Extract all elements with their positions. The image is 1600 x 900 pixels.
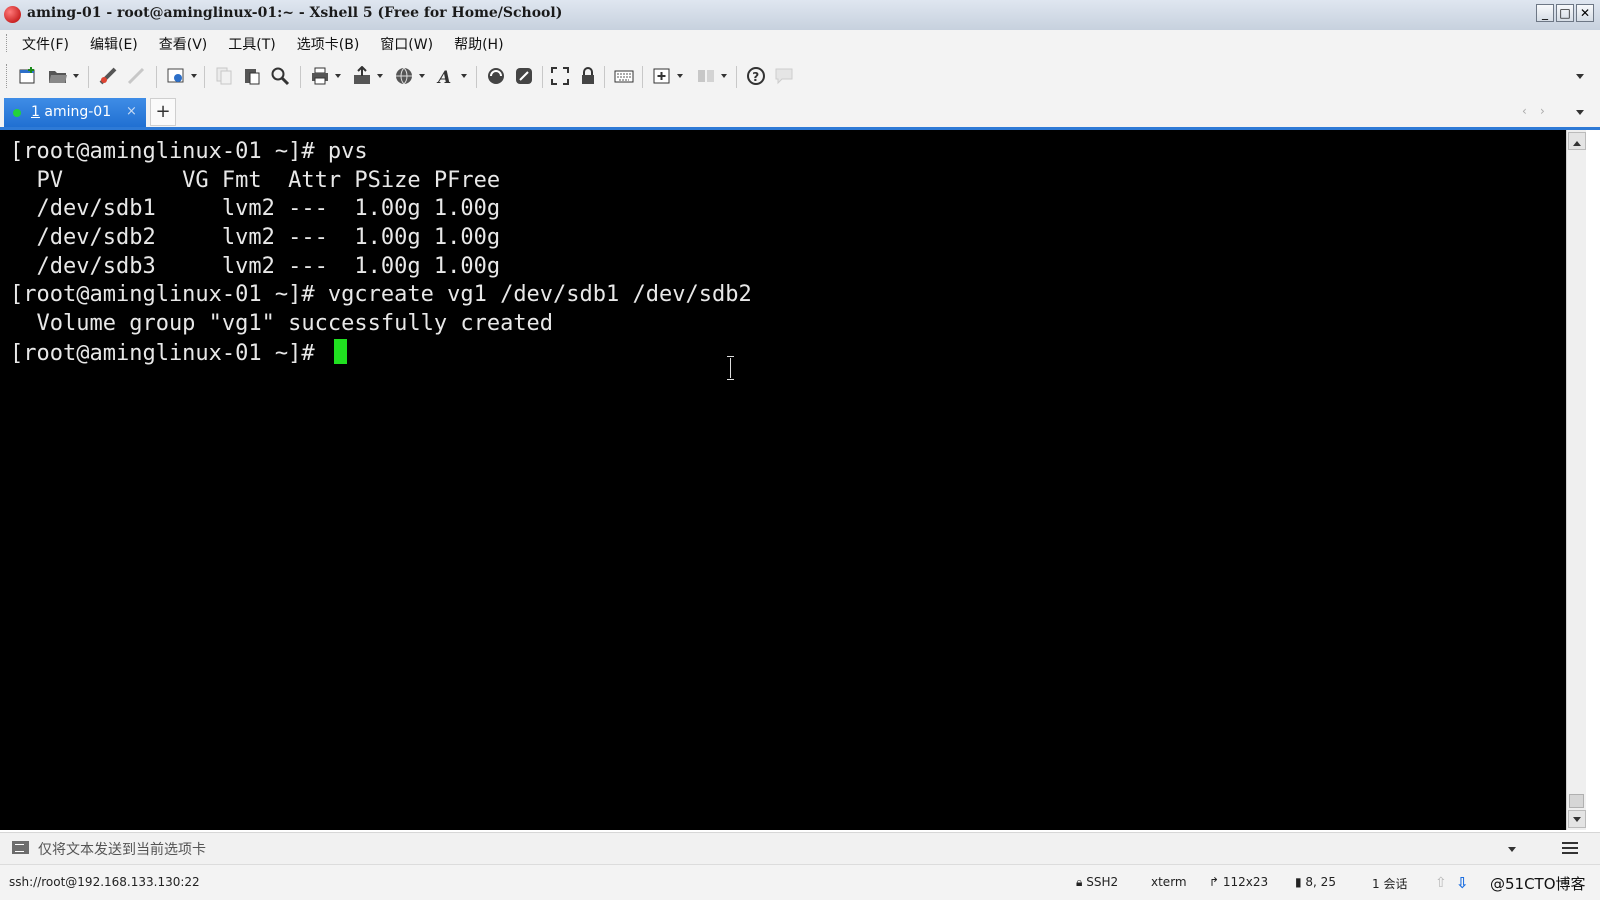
menu-bar: 文件(F) 编辑(E) 查看(V) 工具(T) 选项卡(B) 窗口(W) 帮助(…	[0, 30, 1600, 56]
vertical-scrollbar[interactable]	[1566, 130, 1586, 830]
maximize-button[interactable]: □	[1556, 4, 1574, 22]
compose-input[interactable]: 仅将文本发送到当前选项卡	[38, 839, 206, 859]
tab-bar: 1 aming-01 × + ‹ ›	[0, 96, 1600, 128]
toolbar-separator	[642, 66, 643, 88]
terminal-size: ↱ 112x23	[1209, 875, 1269, 889]
menu-file[interactable]: 文件(F)	[22, 34, 69, 54]
ibeam-cursor-icon	[726, 356, 735, 380]
menu-window[interactable]: 窗口(W)	[380, 34, 433, 54]
toolbar-separator	[204, 66, 205, 88]
svg-text:A: A	[436, 68, 451, 86]
keyboard-icon[interactable]	[612, 64, 636, 88]
scroll-thumb[interactable]	[1569, 794, 1584, 808]
terminal-line: PV VG Fmt Attr PSize PFree	[10, 167, 501, 193]
new-tab-icon[interactable]	[650, 64, 683, 88]
font-icon[interactable]: A	[434, 64, 467, 88]
menu-help[interactable]: 帮助(H)	[454, 34, 503, 54]
lock-icon[interactable]	[576, 64, 600, 88]
toolbar-separator	[604, 66, 605, 88]
tab-next-icon[interactable]: ›	[1540, 104, 1545, 118]
terminal-line: /dev/sdb2 lvm2 --- 1.00g 1.00g	[10, 225, 501, 251]
protocol-label: 🔒︎ SSH2	[1076, 875, 1119, 889]
status-bar: ssh://root@192.168.133.130:22 🔒︎ SSH2 xt…	[0, 864, 1600, 900]
xftp-icon[interactable]	[484, 64, 508, 88]
protocol-value: SSH2	[1086, 875, 1119, 889]
watermark: @51CTO博客	[1490, 875, 1586, 893]
chat-icon[interactable]	[772, 64, 796, 88]
tab-close-icon[interactable]: ×	[126, 104, 137, 119]
scroll-up-button[interactable]	[1568, 132, 1586, 150]
compose-menu-icon[interactable]	[1562, 842, 1578, 854]
compose-dropdown-icon[interactable]	[1508, 847, 1516, 856]
terminal-line: Volume group "vg1" successfully created	[10, 311, 554, 337]
xagent-icon[interactable]	[512, 64, 536, 88]
close-button[interactable]: ✕	[1576, 4, 1594, 22]
terminal-line: [root@aminglinux-01 ~]# vgcreate vg1 /de…	[10, 282, 752, 308]
toolbar-overflow-icon[interactable]	[1576, 74, 1584, 83]
fullscreen-icon[interactable]	[548, 64, 572, 88]
connected-status-icon	[13, 109, 21, 117]
terminal-line: /dev/sdb3 lvm2 --- 1.00g 1.00g	[10, 253, 501, 279]
paste-icon[interactable]	[240, 64, 264, 88]
print-icon[interactable]	[308, 64, 341, 88]
download-arrow-icon: ⇩	[1456, 874, 1469, 892]
terminal-size-value: 112x23	[1222, 875, 1269, 889]
globe-icon[interactable]	[392, 64, 425, 88]
toolbar-separator	[300, 66, 301, 88]
svg-text:?: ?	[752, 70, 759, 84]
terminal-prompt-line: [root@aminglinux-01 ~]#	[10, 338, 752, 368]
cursor-position-value: 8, 25	[1305, 875, 1336, 889]
scroll-down-button[interactable]	[1568, 810, 1586, 828]
compose-bar: 仅将文本发送到当前选项卡	[0, 832, 1600, 864]
copy-icon[interactable]	[212, 64, 236, 88]
transfer-icon[interactable]	[350, 64, 383, 88]
terminal-line: [root@aminglinux-01 ~]# pvs	[10, 139, 368, 164]
toolbar-separator	[88, 66, 89, 88]
terminal-area[interactable]: [root@aminglinux-01 ~]# pvs PV VG Fmt At…	[0, 130, 1566, 830]
toolbar-separator	[542, 66, 543, 88]
menu-edit[interactable]: 编辑(E)	[90, 34, 138, 54]
compose-bar-icon[interactable]	[12, 841, 29, 854]
menu-tools[interactable]: 工具(T)	[228, 34, 275, 54]
toolbar-separator	[476, 66, 477, 88]
menu-tabs[interactable]: 选项卡(B)	[297, 34, 360, 54]
properties-icon[interactable]	[164, 64, 197, 88]
window-controls: _ □ ✕	[1536, 4, 1594, 22]
minimize-button[interactable]: _	[1536, 4, 1554, 22]
toolbar: A ?	[0, 56, 1600, 96]
layout-icon[interactable]	[694, 64, 727, 88]
tab-list-dropdown-icon[interactable]	[1576, 110, 1584, 119]
upload-arrow-icon: ⇧	[1435, 875, 1447, 891]
cursor-position: ▮ 8, 25	[1295, 875, 1336, 889]
toolbar-grip[interactable]	[6, 64, 10, 88]
terminal-line: /dev/sdb1 lvm2 --- 1.00g 1.00g	[10, 196, 501, 222]
terminal-type: xterm	[1151, 875, 1187, 889]
disconnect-icon[interactable]	[124, 64, 148, 88]
window-title: aming-01 - root@aminglinux-01:~ - Xshell…	[27, 5, 563, 21]
connect-icon[interactable]	[96, 64, 120, 88]
xshell-app-icon[interactable]	[4, 6, 21, 23]
open-folder-icon[interactable]	[46, 64, 79, 88]
session-count: 1 会话	[1372, 877, 1408, 891]
title-bar: aming-01 - root@aminglinux-01:~ - Xshell…	[0, 0, 1600, 31]
new-session-icon[interactable]	[16, 64, 40, 88]
terminal-cursor	[333, 338, 347, 364]
find-icon[interactable]	[268, 64, 292, 88]
tab-prev-icon[interactable]: ‹	[1522, 104, 1527, 118]
terminal-prompt: [root@aminglinux-01 ~]#	[10, 340, 328, 366]
connection-address: ssh://root@192.168.133.130:22	[9, 875, 200, 889]
add-tab-button[interactable]: +	[150, 98, 176, 126]
terminal-output: [root@aminglinux-01 ~]# pvs PV VG Fmt At…	[10, 138, 752, 368]
tab-aming-01[interactable]: 1 aming-01 ×	[4, 98, 146, 128]
menu-grip[interactable]	[6, 34, 10, 52]
help-icon[interactable]: ?	[744, 64, 768, 88]
menu-view[interactable]: 查看(V)	[159, 34, 208, 54]
tab-title: aming-01	[44, 104, 112, 120]
menu-list: 文件(F) 编辑(E) 查看(V) 工具(T) 选项卡(B) 窗口(W) 帮助(…	[22, 34, 525, 54]
toolbar-separator	[156, 66, 157, 88]
toolbar-separator	[736, 66, 737, 88]
tab-label: 1 aming-01	[31, 104, 111, 120]
tab-number: 1	[31, 104, 40, 120]
